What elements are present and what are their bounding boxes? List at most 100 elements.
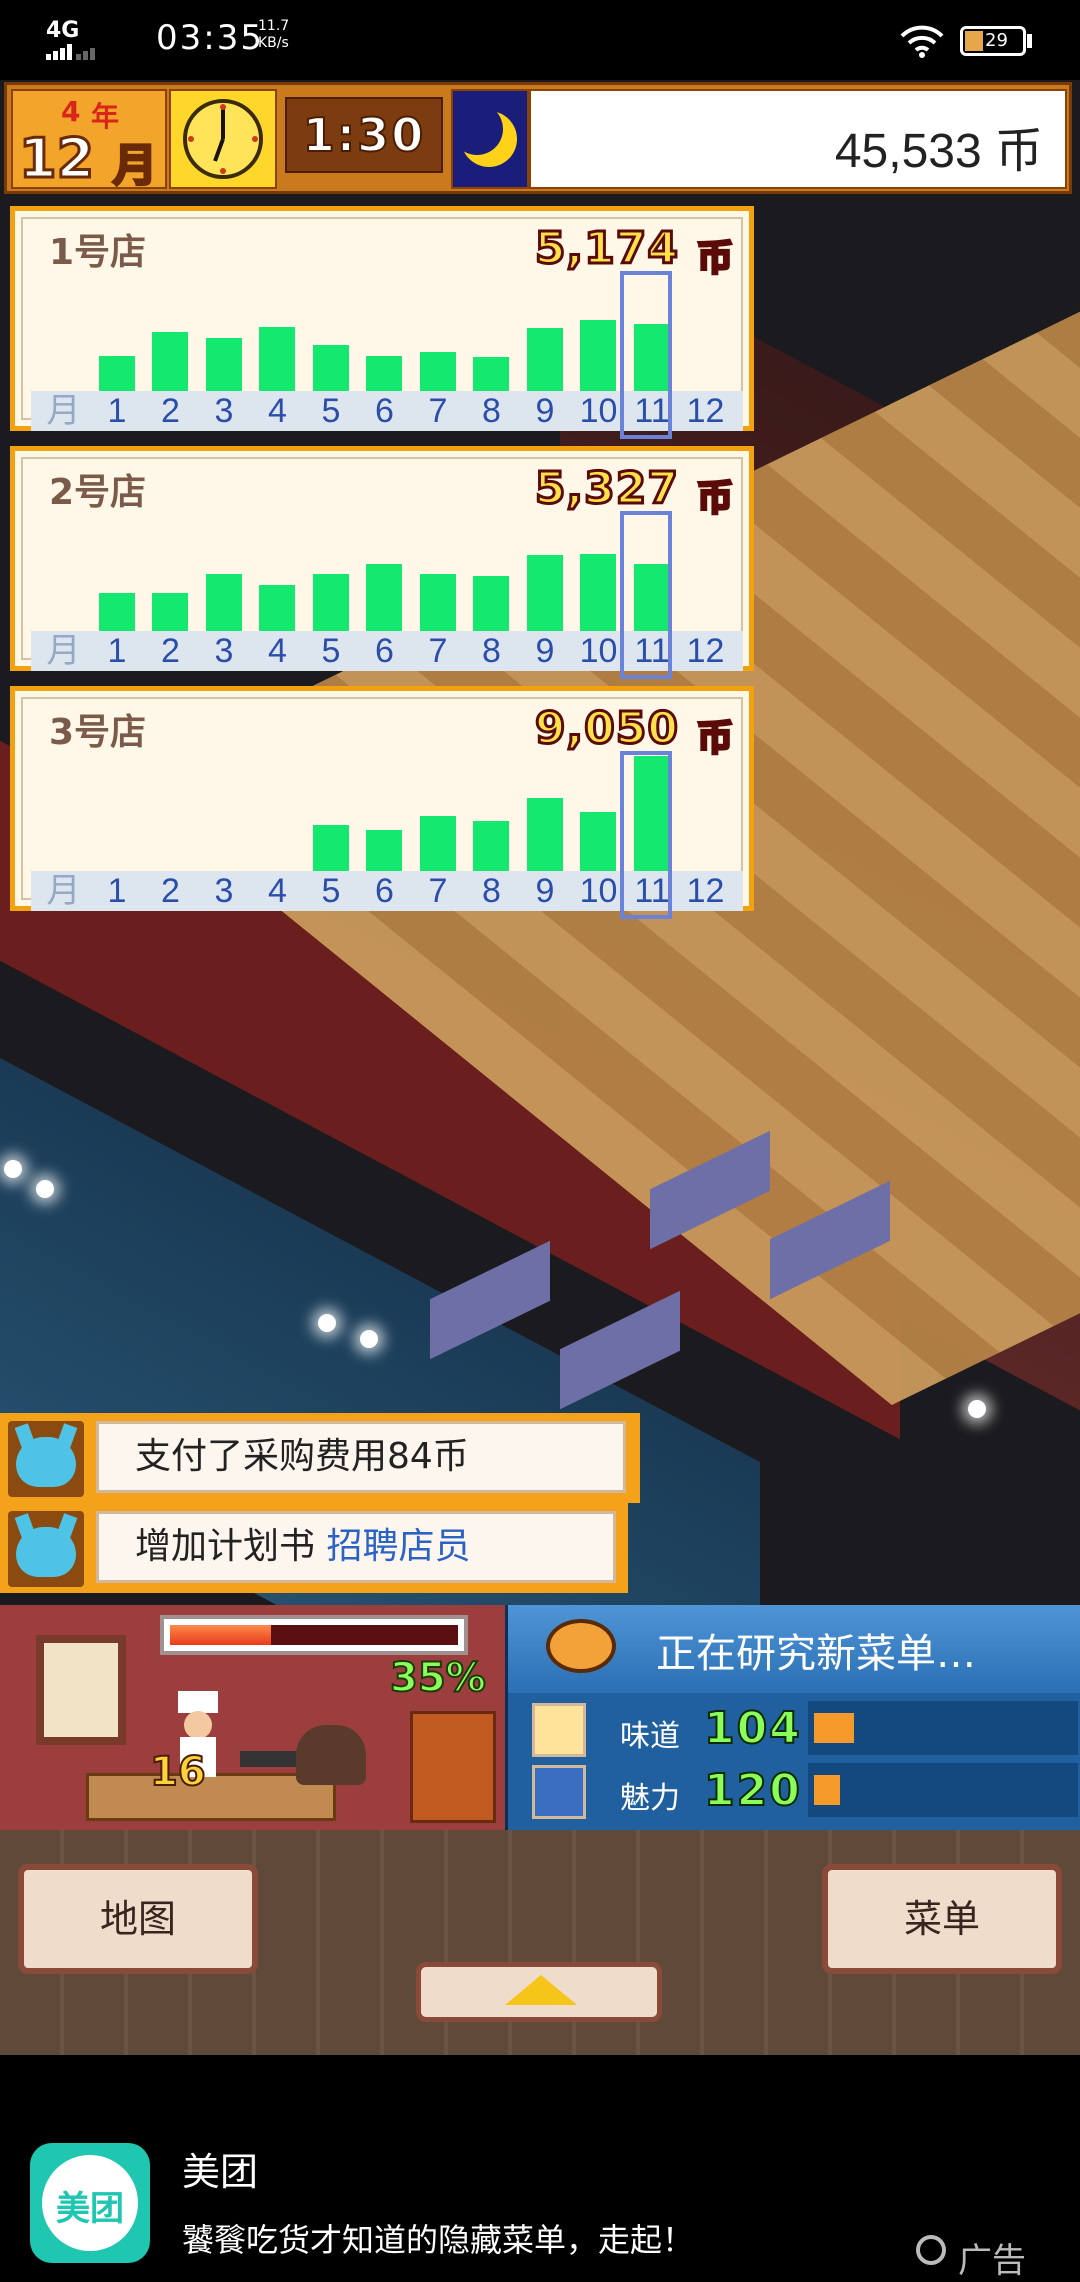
sales-bar (419, 816, 456, 871)
expand-up-button[interactable] (416, 1962, 662, 2022)
sales-bar (259, 327, 295, 391)
battery-icon: 29 (960, 26, 1026, 56)
research-header: 正在研究新菜单… (508, 1605, 1080, 1693)
month-tick: 5 (321, 872, 341, 910)
sales-bar (580, 320, 616, 391)
money-display: 45,533 币 (529, 89, 1067, 189)
sales-bar (419, 574, 456, 631)
game-time: 1:30 (285, 97, 443, 173)
spice-shelf (410, 1711, 496, 1823)
wifi-icon (900, 25, 944, 58)
research-title: 正在研究新菜单… (656, 1631, 976, 1677)
kitchen-window (36, 1635, 126, 1745)
speed-unit: KB/s (258, 35, 289, 51)
sales-bar (152, 593, 188, 631)
store-chart: 3号店 9,050 币月 1 2 3 4 5 6 7 8 9 10 11 12 (21, 697, 743, 919)
street-lamp (968, 1400, 986, 1418)
map-button[interactable]: 地图 (18, 1864, 258, 1974)
sales-bar (312, 574, 349, 631)
month-tick: 2 (161, 392, 180, 430)
notification-text: 支付了采购费用84币 (96, 1421, 626, 1493)
month-tick: 4 (268, 632, 287, 670)
month-tick: 9 (535, 872, 555, 910)
month-tick: 7 (428, 632, 448, 670)
wok-icon (240, 1751, 300, 1767)
month-tick: 12 (686, 392, 725, 430)
month-tick: 9 (535, 392, 555, 430)
month-tick: 8 (482, 632, 501, 670)
speed-value: 11.7 (258, 18, 290, 34)
month-tick: 12 (686, 872, 725, 910)
sales-bar (580, 554, 616, 631)
pot-icon (296, 1725, 366, 1785)
date-display: 4 年 12 月 (11, 89, 167, 193)
sales-bar (366, 356, 402, 391)
store-name: 2号店 (49, 472, 147, 513)
notification-purchase: 支付了采购费用84币 (0, 1413, 640, 1503)
sales-bar (312, 825, 349, 871)
current-month-highlight (619, 271, 672, 439)
ad-brand: 美团 (182, 2150, 259, 2194)
month-tick: 3 (214, 392, 234, 430)
sales-bar (473, 357, 509, 391)
sales-bar (98, 356, 135, 391)
month-tick: 4 (268, 872, 287, 910)
meituan-logo[interactable]: 美团 (30, 2143, 150, 2263)
store-panel[interactable]: 2号店 5,327 币月 1 2 3 4 5 6 7 8 9 10 11 12 (10, 446, 754, 679)
month-tick: 1 (107, 872, 127, 910)
dragon-mascot-icon (8, 1511, 84, 1587)
month-tick: 1 (107, 632, 127, 670)
axis-month-label: 月 (46, 392, 81, 430)
clock-time: 03:35 (156, 18, 264, 58)
sales-bar (259, 585, 295, 631)
sales-bar (366, 564, 402, 631)
sales-bar (205, 338, 242, 391)
money-value: 45,533 币 (834, 125, 1043, 178)
month-tick: 6 (375, 872, 394, 910)
taste-icon (532, 1703, 586, 1757)
store-sales: 9,050 (533, 702, 679, 756)
month-tick: 6 (375, 632, 394, 670)
month-tick: 7 (428, 392, 448, 430)
month-value: 12 (17, 126, 95, 192)
network-type: 4G (46, 18, 80, 43)
month-tick: 6 (375, 392, 394, 430)
street-lamp (4, 1160, 22, 1178)
sales-bar (526, 798, 563, 871)
store-sales: 5,327 (533, 462, 679, 516)
research-panel[interactable]: 正在研究新菜单… 味道 104 魅力 120 (505, 1605, 1080, 1830)
ad-info-icon[interactable] (916, 2235, 946, 2265)
notification-text: 增加计划书 招聘店员 (96, 1511, 616, 1583)
battery-level: 29 (985, 30, 1008, 51)
store-panel[interactable]: 1号店 5,174 币月 1 2 3 4 5 6 7 8 9 10 11 12 (10, 206, 754, 439)
analog-clock-icon (169, 89, 277, 189)
arrow-up-icon (505, 1975, 577, 2005)
charm-meter (814, 1775, 840, 1805)
signal-icon (46, 44, 95, 60)
month-tick: 10 (579, 392, 618, 430)
research-progress-bar (160, 1615, 468, 1655)
current-month-highlight (619, 751, 672, 919)
charm-label: 魅力 (620, 1781, 680, 1816)
month-tick: 4 (268, 392, 287, 430)
ad-banner[interactable]: 美团 美团 饕餮吃货才知道的隐藏菜单，走起！ 广告 (0, 2055, 1080, 2281)
sales-bar (419, 352, 456, 391)
sales-bar (312, 345, 349, 391)
month-tick: 2 (161, 632, 180, 670)
month-tick: 5 (321, 632, 341, 670)
axis-month-label: 月 (46, 632, 81, 670)
month-tick: 1 (107, 392, 127, 430)
store-name: 3号店 (49, 712, 147, 753)
coin-unit: 币 (695, 237, 734, 281)
ad-description: 饕餮吃货才知道的隐藏菜单，走起！ (182, 2221, 695, 2259)
sales-bar (526, 328, 563, 391)
month-tick: 10 (579, 872, 618, 910)
progress-percent: 35% (389, 1654, 487, 1702)
current-month-highlight (619, 511, 672, 679)
status-bar: 4G 03:35 11.7 KB/s 29 (0, 0, 1080, 80)
sales-bar (473, 576, 509, 631)
menu-button[interactable]: 菜单 (822, 1864, 1062, 1974)
store-panel[interactable]: 3号店 9,050 币月 1 2 3 4 5 6 7 8 9 10 11 12 (10, 686, 754, 919)
kitchen-panel[interactable]: 35% 16 (0, 1605, 505, 1830)
axis-month-label: 月 (46, 872, 81, 910)
